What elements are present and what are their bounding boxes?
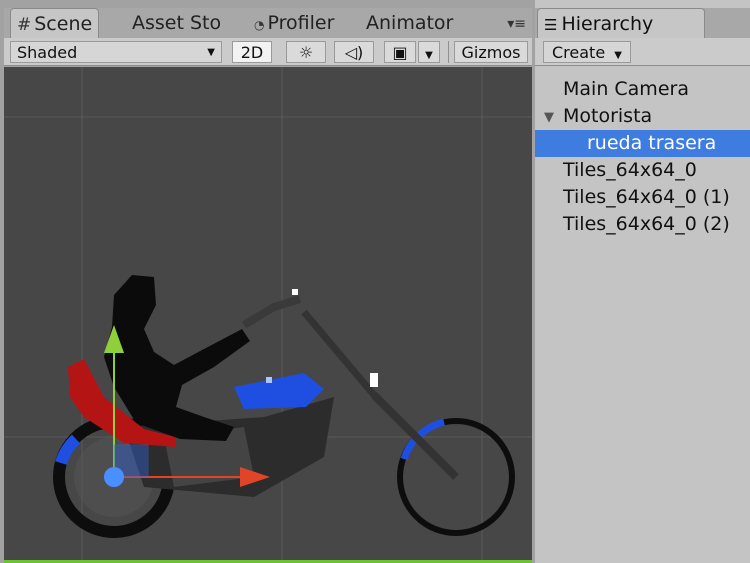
foldout-expanded-icon[interactable]: ▼ — [544, 104, 554, 131]
toolbar-divider — [448, 41, 449, 63]
draw-mode-dropdown[interactable]: Shaded ▼ — [10, 41, 222, 63]
hierarchy-item-main-camera[interactable]: Main Camera — [535, 76, 750, 103]
scene-panel: # Scene Asset Sto ◔ Profiler Animator ▾≡ S… — [4, 0, 532, 563]
image-icon: ▣ — [392, 43, 408, 62]
gizmos-button[interactable]: Gizmos — [454, 41, 528, 63]
tab-hierarchy[interactable]: ☰ Hierarchy — [537, 8, 705, 38]
tab-scene[interactable]: # Scene — [10, 8, 100, 38]
hierarchy-list: Main Camera ▼ Motorista rueda trasera Ti… — [535, 76, 750, 238]
motorcycle-sprite[interactable] — [53, 275, 515, 538]
scene-grid-icon: # — [17, 15, 32, 35]
hierarchy-panel: ☰ Hierarchy Create ▼ Main Camera ▼ Motori… — [535, 0, 750, 563]
scene-toolbar: Shaded ▼ 2D ☼ ◁) ▣ ▼ Gizmos — [4, 38, 532, 66]
audio-toggle[interactable]: ◁) — [334, 41, 374, 63]
chevron-down-icon: ▼ — [425, 50, 433, 61]
panel-menu-icon[interactable]: ▾≡ — [507, 16, 526, 32]
tab-asset-store[interactable]: Asset Sto — [126, 8, 227, 38]
chevron-down-icon: ▼ — [207, 47, 215, 58]
hierarchy-item-tiles-0[interactable]: Tiles_64x64_0 — [535, 157, 750, 184]
tab-animator[interactable]: Animator — [360, 8, 459, 38]
chevron-down-icon: ▼ — [614, 50, 622, 61]
profiler-icon: ◔ — [254, 18, 265, 32]
gizmo-center-handle[interactable] — [104, 467, 124, 487]
hierarchy-item-tiles-2[interactable]: Tiles_64x64_0 (2) — [535, 211, 750, 238]
scene-canvas — [4, 67, 532, 560]
hierarchy-toolbar: Create ▼ — [535, 38, 750, 66]
scene-viewport[interactable] — [4, 67, 532, 560]
scene-tab-strip: # Scene Asset Sto ◔ Profiler Animator ▾≡ — [4, 8, 532, 38]
hierarchy-item-rueda-trasera[interactable]: rueda trasera — [535, 130, 750, 157]
create-dropdown[interactable]: Create ▼ — [543, 41, 631, 63]
effects-dropdown[interactable]: ▼ — [418, 41, 440, 63]
tab-profiler[interactable]: ◔ Profiler — [248, 8, 340, 38]
hierarchy-list-icon: ☰ — [544, 16, 558, 34]
hierarchy-item-tiles-1[interactable]: Tiles_64x64_0 (1) — [535, 184, 750, 211]
effects-toggle[interactable]: ▣ — [384, 41, 416, 63]
mode-2d-toggle[interactable]: 2D — [232, 41, 272, 63]
hierarchy-tab-strip: ☰ Hierarchy — [535, 8, 750, 38]
lighting-toggle[interactable]: ☼ — [286, 41, 326, 63]
sun-icon: ☼ — [298, 43, 314, 62]
speaker-icon: ◁) — [344, 43, 364, 62]
hierarchy-item-motorista[interactable]: ▼ Motorista — [535, 103, 750, 130]
